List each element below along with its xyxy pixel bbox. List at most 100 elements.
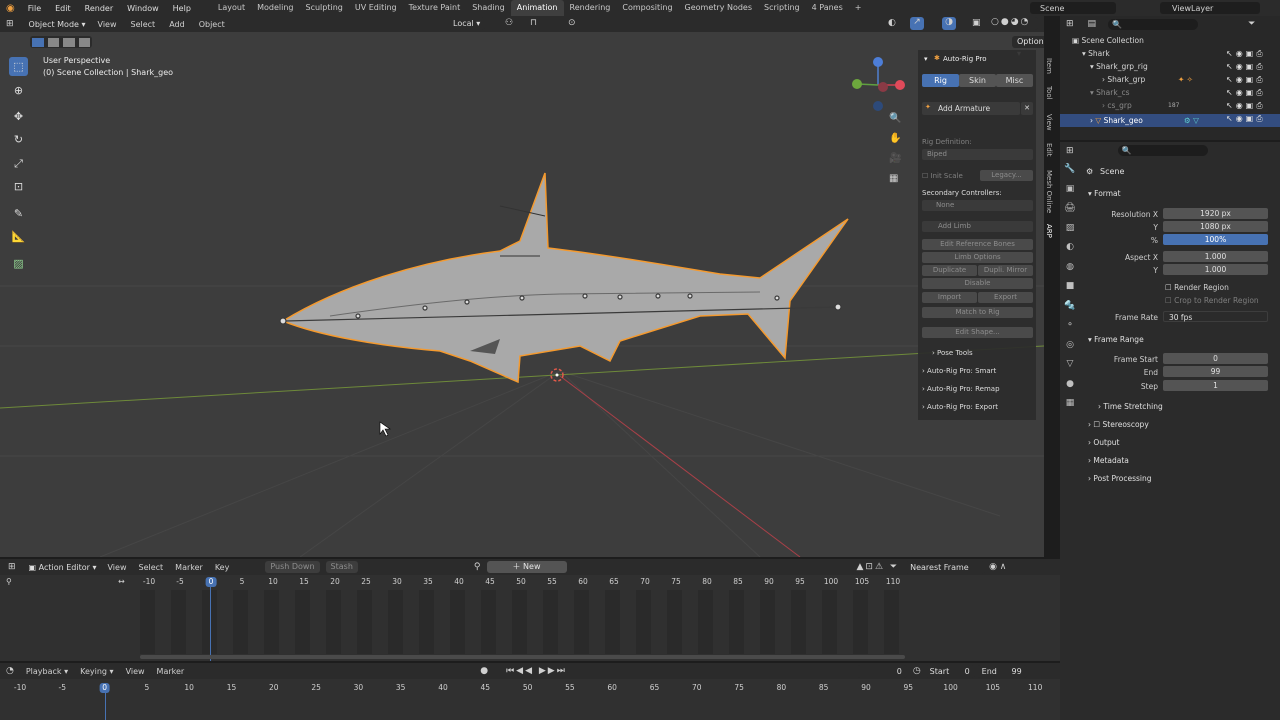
zoom-icon[interactable]: 🔍 — [889, 113, 901, 124]
vp-menu-add[interactable]: Add — [162, 20, 192, 29]
arp-remap-section[interactable]: › Auto-Rig Pro: Remap — [922, 385, 1000, 393]
outliner-search-input[interactable]: 🔍 — [1108, 18, 1199, 30]
legacy-button[interactable]: Legacy... — [980, 170, 1033, 181]
stereoscopy-section[interactable]: › ☐ Stereoscopy — [1088, 420, 1149, 429]
options-dropdown[interactable]: Options ▾ — [1012, 36, 1044, 58]
tab-geometry-nodes[interactable]: Geometry Nodes — [679, 0, 758, 16]
outliner-root[interactable]: ▣ Scene Collection — [1060, 34, 1280, 47]
orientation-dropdown[interactable]: Local ▾ — [448, 17, 486, 30]
tab-texture-paint[interactable]: Texture Paint — [403, 0, 467, 16]
tl-menu-playback[interactable]: Playback ▾ — [20, 667, 74, 676]
frame-start-field[interactable]: 0 — [1163, 353, 1268, 364]
vtab-edit[interactable]: Edit — [1041, 143, 1053, 157]
select-mode-buttons[interactable] — [30, 36, 92, 48]
vtab-item[interactable]: Item — [1041, 58, 1053, 74]
shading-modes-icon[interactable]: ○●◕◔ — [988, 17, 1038, 30]
disable-button[interactable]: Disable — [922, 278, 1033, 289]
resolution-x-field[interactable]: 1920 px — [1163, 208, 1268, 219]
rotate-tool-icon[interactable]: ↻ — [9, 130, 28, 149]
ae-menu-select[interactable]: Select — [132, 563, 169, 572]
select-box-tool-icon[interactable]: ⬚ — [9, 57, 28, 76]
frame-rate-dropdown[interactable]: 30 fps — [1163, 311, 1268, 322]
arp-smart-section[interactable]: › Auto-Rig Pro: Smart — [922, 367, 996, 375]
tl-menu-marker[interactable]: Marker — [151, 667, 191, 676]
add-armature-dropdown[interactable]: Add Armature — [922, 102, 1020, 115]
tl-menu-keying[interactable]: Keying ▾ — [74, 667, 119, 676]
outliner-editor-icon[interactable]: ⊞ — [1066, 19, 1074, 29]
menu-edit[interactable]: Edit — [48, 4, 78, 13]
current-frame-indicator[interactable]: 0 — [99, 683, 110, 693]
select-extend-icon[interactable] — [47, 37, 59, 47]
record-icon[interactable]: ● — [480, 666, 488, 676]
select-new-icon[interactable] — [32, 37, 44, 47]
arp-tab-misc[interactable]: Misc — [996, 74, 1033, 87]
menu-file[interactable]: File — [21, 4, 48, 13]
frame-step-field[interactable]: 1 — [1163, 380, 1268, 391]
properties-tab-icons[interactable]: 🔧 ▣ 🖨 ▨ ◐ ◍ ■ 🔩 ⚬ ◎ ▽ ● ▦ — [1062, 160, 1078, 460]
current-frame-indicator[interactable]: 0 — [205, 577, 217, 587]
vp-menu-object[interactable]: Object — [192, 20, 232, 29]
start-frame-field[interactable]: Start 0 — [924, 664, 975, 678]
snap-dropdown[interactable]: Nearest Frame — [905, 560, 986, 574]
vtab-view[interactable]: View — [1041, 114, 1053, 131]
overlay-toggle-icon[interactable]: ◑ — [942, 17, 956, 30]
output-section[interactable]: › Output — [1088, 438, 1119, 447]
camera-icon[interactable]: 🎥 — [889, 153, 901, 164]
pose-tools-section[interactable]: › Pose Tools — [932, 349, 973, 357]
tab-shading[interactable]: Shading — [466, 0, 511, 16]
arp-tab-rig[interactable]: Rig — [922, 74, 959, 87]
scale-tool-icon[interactable]: ⤢ — [9, 154, 28, 173]
time-stretching-section[interactable]: › Time Stretching — [1098, 402, 1163, 411]
tab-layout[interactable]: Layout — [212, 0, 251, 16]
edit-reference-bones-button[interactable]: Edit Reference Bones — [922, 239, 1033, 250]
tab-sculpting[interactable]: Sculpting — [300, 0, 349, 16]
ae-menu-view[interactable]: View — [102, 563, 133, 572]
aspect-x-field[interactable]: 1.000 — [1163, 251, 1268, 262]
ae-frame-ruler[interactable]: -10 -5 0 5 10 15 20 25 30 35 40 45 50 55 60 65 70 75 80 85 9… — [0, 577, 1060, 587]
vp-menu-select[interactable]: Select — [124, 20, 163, 29]
timeline-editor-icon[interactable]: ◔ — [0, 666, 20, 676]
arp-export-section[interactable]: › Auto-Rig Pro: Export — [922, 403, 998, 411]
select-subtract-icon[interactable] — [63, 37, 75, 47]
ae-filter-icons[interactable]: ▲⊡⚠ ⏷ — [857, 562, 900, 572]
annotate-tool-icon[interactable]: ✎ — [9, 204, 28, 223]
push-down-button[interactable]: Push Down — [265, 561, 320, 573]
ae-menu-key[interactable]: Key — [209, 563, 236, 572]
menu-render[interactable]: Render — [78, 4, 120, 13]
playback-controls-icon[interactable]: ⏮◀◀ ▶▶⏭ — [506, 666, 567, 676]
arp-tab-skin[interactable]: Skin — [959, 74, 996, 87]
match-to-rig-button[interactable]: Match to Rig — [922, 307, 1033, 318]
properties-editor-icon[interactable]: ⊞ — [1066, 146, 1074, 156]
tab-modeling[interactable]: Modeling — [251, 0, 299, 16]
ae-horizontal-scrollbar[interactable] — [140, 655, 905, 659]
tl-menu-view[interactable]: View — [120, 667, 151, 676]
pan-hand-icon[interactable]: ✋ — [889, 133, 901, 144]
xray-icon[interactable]: ▣ — [972, 18, 981, 28]
transform-tool-icon[interactable]: ⊡ — [9, 177, 28, 196]
menu-window[interactable]: Window — [120, 4, 166, 13]
action-browse-icon[interactable]: ⚲ — [474, 562, 481, 572]
blender-logo-icon[interactable]: ◉ — [0, 3, 21, 14]
visibility-icon[interactable]: ◐ — [888, 18, 896, 28]
ae-dopesheet-area[interactable] — [140, 590, 905, 654]
preview-range-icon[interactable]: ◷ — [913, 666, 921, 676]
end-frame-field[interactable]: End 99 — [976, 664, 1027, 678]
vtab-arp[interactable]: ARP — [1041, 224, 1053, 238]
stash-button[interactable]: Stash — [325, 561, 358, 573]
view-layer-selector[interactable]: ViewLayer — [1160, 2, 1260, 14]
3d-viewport[interactable]: ⊞ Object Mode ▾ View Select Add Object L… — [0, 16, 1044, 557]
action-editor-type-icon[interactable]: ⊞ — [0, 562, 24, 572]
post-processing-section[interactable]: › Post Processing — [1088, 474, 1152, 483]
add-workspace-icon[interactable]: + — [849, 0, 868, 16]
action-editor-dropdown[interactable]: ▣ Action Editor ▾ — [23, 560, 102, 574]
editor-type-icon[interactable]: ⊞ — [0, 19, 20, 29]
proportional-edit-icon[interactable]: ⊙ — [568, 18, 576, 28]
select-intersect-icon[interactable] — [78, 37, 90, 47]
move-tool-icon[interactable]: ✥ — [9, 107, 28, 126]
resolution-y-field[interactable]: 1080 px — [1163, 221, 1268, 232]
measure-tool-icon[interactable]: 📐 — [9, 227, 28, 246]
frame-range-section[interactable]: ▾ Frame Range — [1088, 335, 1144, 344]
render-region-checkbox[interactable]: ☐ Render Region — [1165, 283, 1229, 292]
resolution-pct-field[interactable]: 100% — [1163, 234, 1268, 245]
add-limb-dropdown[interactable]: Add Limb — [922, 221, 1033, 232]
